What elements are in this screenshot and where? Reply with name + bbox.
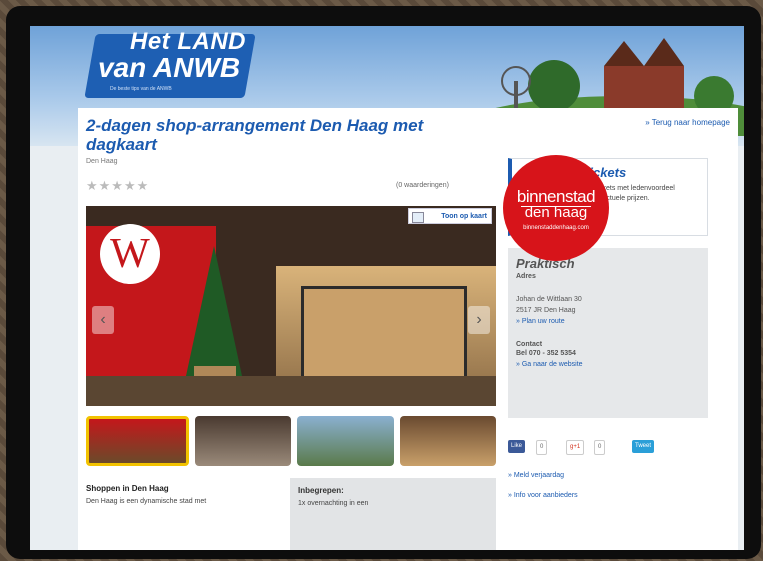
- contact-label: Contact: [516, 341, 543, 348]
- christmas-tree: [186, 246, 242, 376]
- phone-number: Bel 070 - 352 5354: [516, 350, 576, 357]
- report-birthday-link[interactable]: » Meld verjaardag: [508, 466, 578, 486]
- tweet-button[interactable]: Tweet: [632, 440, 655, 453]
- badge-url: binnenstaddenhaag.com: [523, 225, 589, 231]
- google-plus-count: 0: [594, 440, 606, 455]
- binnenstad-den-haag-logo[interactable]: binnenstad den haag binnenstaddenhaag.co…: [503, 155, 609, 261]
- tablet-frame: Het LAND van ANWB De beste tips van de A…: [6, 6, 761, 559]
- back-to-homepage-link[interactable]: » Terug naar homepage: [645, 118, 730, 127]
- badge-line-2: den haag: [524, 204, 588, 221]
- practical-box: Praktisch Adres Johan de Wittlaan 30 251…: [508, 248, 708, 418]
- logo-line-2: van ANWB: [98, 52, 241, 83]
- address-label: Adres: [516, 273, 536, 280]
- hero-image: W ‹ ›: [86, 206, 496, 406]
- google-plus-button[interactable]: g+1: [566, 440, 585, 455]
- facebook-count: 0: [536, 440, 548, 455]
- map-button-label: Toon op kaart: [441, 213, 487, 220]
- rating-stars[interactable]: ★★★★★: [86, 178, 149, 194]
- page-title: 2-dagen shop-arrangement Den Haag met da…: [86, 116, 424, 154]
- address-city: 2517 JR Den Haag: [516, 307, 576, 314]
- included-text: 1x overnachting in een: [298, 500, 369, 507]
- thumbnail-strip: [86, 416, 496, 468]
- hotel-w-logo: W: [100, 224, 160, 284]
- content-page: 2-dagen shop-arrangement Den Haag met da…: [78, 108, 738, 550]
- prev-arrow-icon[interactable]: ‹: [92, 306, 114, 334]
- shopping-text: Den Haag is een dynamische stad met: [86, 498, 207, 505]
- floor: [86, 376, 496, 406]
- sidebar-links: » Meld verjaardag » Info voor aanbieders: [508, 466, 578, 506]
- tablet-edge: [747, 306, 761, 406]
- thumbnail-1[interactable]: [86, 416, 189, 466]
- facebook-like-button[interactable]: Like: [508, 440, 526, 453]
- provider-info-link[interactable]: » Info voor aanbieders: [508, 486, 578, 506]
- screen: Het LAND van ANWB De beste tips van de A…: [30, 26, 744, 550]
- website-link[interactable]: » Ga naar de website: [516, 359, 700, 370]
- address-street: Johan de Wittlaan 30: [516, 296, 582, 303]
- thumbnail-3[interactable]: [297, 416, 394, 466]
- thumbnail-4[interactable]: [399, 416, 496, 466]
- map-icon: [412, 212, 424, 223]
- included-heading: Inbegrepen:: [298, 486, 344, 495]
- included-box: Inbegrepen: 1x overnachting in een: [290, 478, 496, 550]
- location-label: Den Haag: [86, 158, 118, 165]
- shopping-heading: Shoppen in Den Haag: [86, 484, 169, 493]
- show-on-map-button[interactable]: Toon op kaart: [408, 208, 492, 224]
- reviews-count[interactable]: (0 waarderingen): [396, 182, 449, 189]
- logo-tagline: De beste tips van de ANWB: [110, 86, 172, 92]
- anwb-logo[interactable]: Het LAND van ANWB De beste tips van de A…: [84, 26, 260, 98]
- plan-route-link[interactable]: » Plan uw route: [516, 316, 700, 327]
- social-buttons: Like 0 g+1 0 Tweet: [508, 440, 708, 456]
- thumbnail-2[interactable]: [194, 416, 291, 466]
- next-arrow-icon[interactable]: ›: [468, 306, 490, 334]
